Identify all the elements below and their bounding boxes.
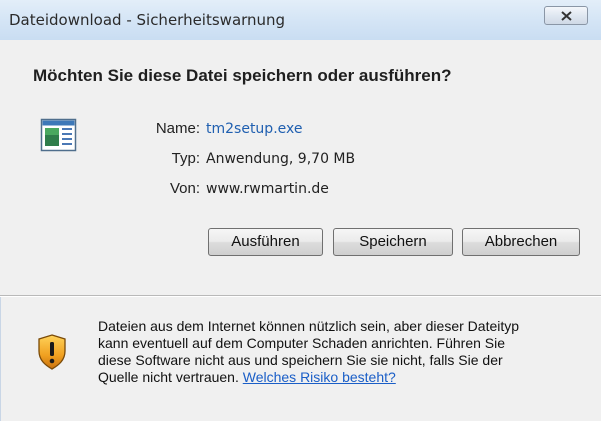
file-name-value: tm2setup.exe [206, 121, 303, 137]
cancel-button[interactable]: Abbrechen [462, 228, 580, 256]
application-window-icon [40, 118, 77, 152]
run-button[interactable]: Ausführen [208, 228, 323, 256]
section-divider-highlight [0, 296, 601, 297]
close-x-icon [561, 11, 572, 21]
warning-line-4: Quelle nicht vertrauen. [98, 369, 239, 385]
file-source-value: www.rwmartin.de [206, 181, 329, 197]
download-security-dialog: Dateidownload - Sicherheitswarnung Möcht… [0, 0, 601, 421]
from-label: Von: [169, 180, 200, 197]
close-button[interactable] [544, 6, 588, 25]
title-bar: Dateidownload - Sicherheitswarnung [0, 0, 601, 40]
warning-line-4-wrapper: Quelle nicht vertrauen. Welches Risiko b… [98, 369, 598, 386]
risk-info-link[interactable]: Welches Risiko besteht? [243, 369, 396, 385]
security-shield-icon [37, 334, 67, 370]
file-type-value: Anwendung, 9,70 MB [206, 151, 356, 167]
name-label: Name: [155, 120, 200, 137]
warning-line-1: Dateien aus dem Internet können nützlich… [98, 318, 520, 334]
warning-line-3: diese Software nicht aus und speichern S… [98, 352, 503, 368]
security-warning-text: Dateien aus dem Internet können nützlich… [98, 318, 598, 386]
question-heading: Möchten Sie diese Datei speichern oder a… [33, 66, 452, 85]
warning-line-2: kann eventuell auf dem Computer Schaden … [98, 335, 506, 351]
type-label: Typ: [171, 150, 200, 167]
window-title: Dateidownload - Sicherheitswarnung [9, 11, 286, 29]
save-button[interactable]: Speichern [333, 228, 453, 256]
